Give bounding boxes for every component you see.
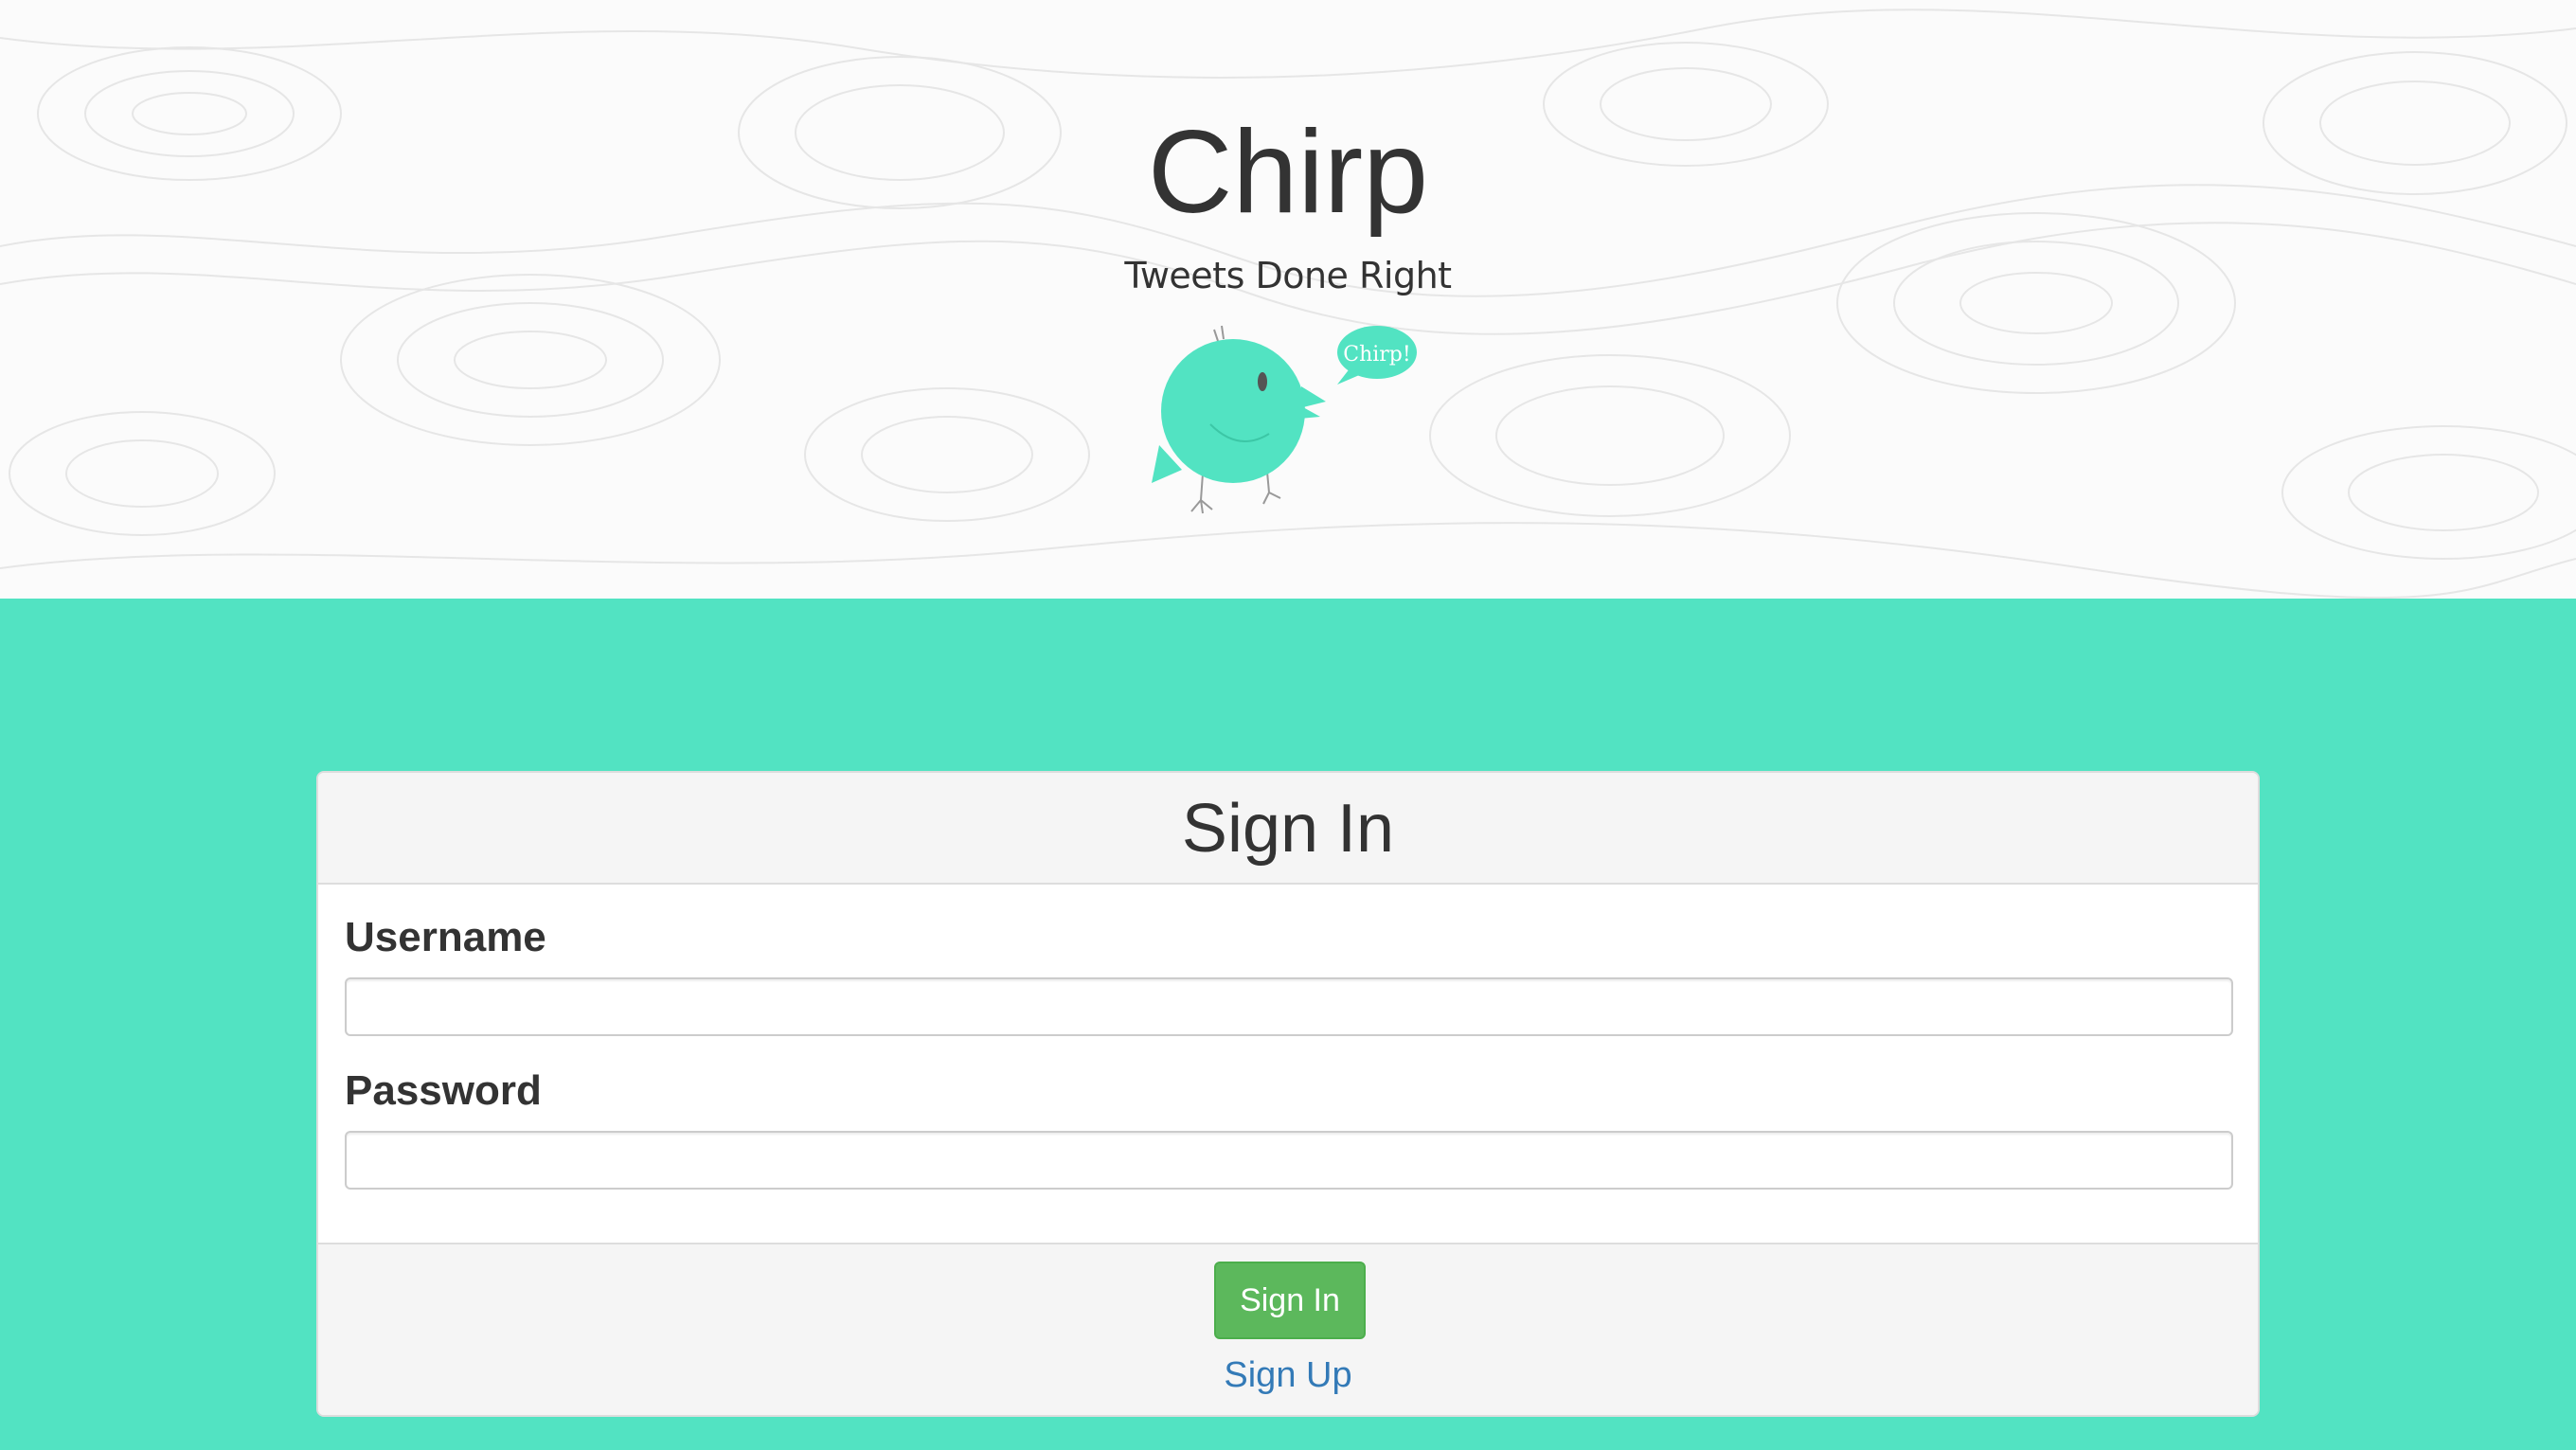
- mascot-bubble-text: Chirp!: [1343, 343, 1410, 367]
- username-label: Username: [345, 914, 546, 960]
- signin-panel: Sign In Username Password Sign In Sign U…: [316, 771, 2260, 1417]
- username-input[interactable]: [345, 977, 2233, 1036]
- password-label: Password: [345, 1067, 542, 1114]
- bird-mascot-icon: Chirp!: [1152, 325, 1417, 514]
- hero-header: Chirp Tweets Done Right Chirp!: [0, 0, 2576, 599]
- signin-panel-footer: Sign In Sign Up: [318, 1243, 2258, 1415]
- signin-panel-heading: Sign In: [318, 773, 2258, 885]
- password-input[interactable]: [345, 1131, 2233, 1190]
- sign-in-button[interactable]: Sign In: [1214, 1262, 1366, 1339]
- app-title: Chirp: [1147, 107, 1429, 238]
- sign-up-link[interactable]: Sign Up: [318, 1352, 2258, 1398]
- app-tagline: Tweets Done Right: [1124, 255, 1452, 296]
- signin-heading: Sign In: [1181, 791, 1395, 867]
